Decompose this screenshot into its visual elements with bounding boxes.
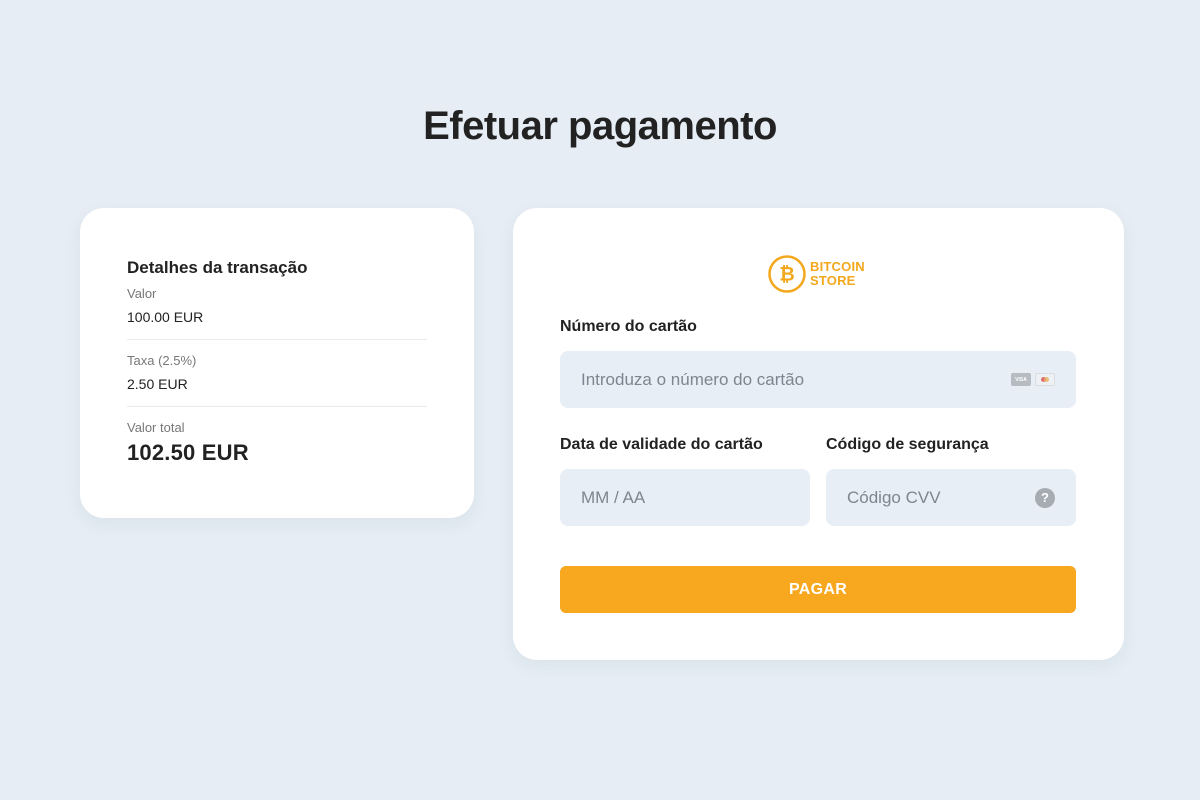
transaction-details-heading: Detalhes da transação [127, 258, 308, 277]
summary-divider [127, 339, 427, 340]
bitcoin-logo-icon: ₿ [768, 255, 806, 293]
card-brand-icons: VISA [1011, 373, 1055, 386]
svg-text:₿: ₿ [779, 264, 794, 286]
card-number-label: Número do cartão [560, 318, 697, 335]
mastercard-icon [1035, 373, 1055, 386]
fee-label: Taxa (2.5%) [127, 353, 197, 368]
expiry-date-field [560, 469, 810, 526]
page-title: Efetuar pagamento [423, 104, 777, 148]
payment-form-card: ₿ BITCOIN STORE Número do cartão VISA Da… [513, 208, 1124, 660]
brand-name: BITCOIN STORE [810, 259, 865, 288]
security-code-field: ? [826, 469, 1076, 526]
bitcoin-store-logo: ₿ BITCOIN STORE [767, 254, 865, 294]
pay-button[interactable]: PAGAR [560, 566, 1076, 613]
visa-card-icon: VISA [1011, 373, 1031, 386]
cvv-input[interactable] [847, 487, 1035, 508]
transaction-summary-card: Detalhes da transação Valor 100.00 EUR T… [80, 208, 474, 518]
fee-value: 2.50 EUR [127, 376, 188, 392]
total-value: 102.50 EUR [127, 440, 249, 465]
summary-divider [127, 406, 427, 407]
card-number-input[interactable] [581, 369, 1011, 390]
total-label: Valor total [127, 420, 185, 435]
amount-label: Valor [127, 286, 157, 301]
card-number-field: VISA [560, 351, 1076, 408]
help-icon[interactable]: ? [1035, 487, 1055, 508]
expiry-date-label: Data de validade do cartão [560, 436, 763, 453]
amount-value: 100.00 EUR [127, 309, 204, 325]
expiry-date-input[interactable] [581, 487, 789, 508]
security-code-label: Código de segurança [826, 436, 989, 453]
